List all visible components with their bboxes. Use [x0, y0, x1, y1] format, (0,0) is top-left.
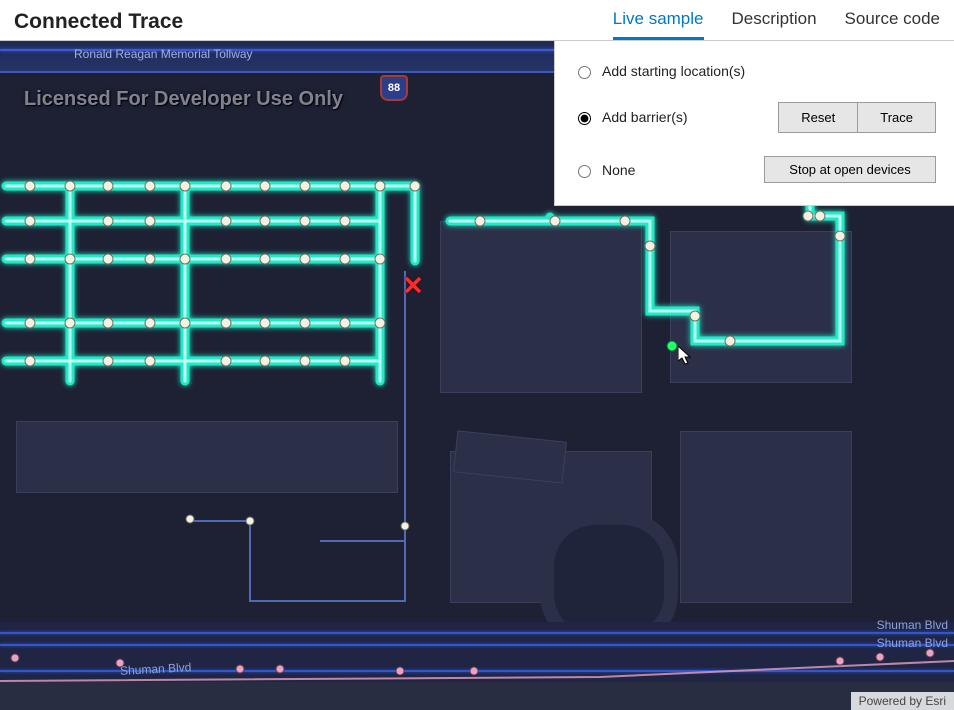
radio-starting-location[interactable]: Add starting location(s) [573, 63, 745, 79]
network-node [116, 659, 125, 668]
reset-button[interactable]: Reset [778, 102, 858, 133]
stop-at-open-button[interactable]: Stop at open devices [764, 156, 936, 183]
radio-none-input[interactable] [578, 165, 591, 178]
tab-source-code[interactable]: Source code [845, 9, 940, 40]
license-watermark: Licensed For Developer Use Only [24, 88, 343, 111]
radio-none[interactable]: None [573, 162, 635, 178]
tab-description[interactable]: Description [732, 9, 817, 40]
road-label-shuman-2: Shuman Blvd [877, 636, 948, 650]
bottom-strip [0, 682, 954, 710]
start-location-marker-icon [667, 341, 678, 352]
radio-starting-input[interactable] [578, 66, 591, 79]
tabs: Live sample Description Source code [613, 0, 940, 40]
network-node [276, 665, 285, 674]
barrier-marker-icon: ✕ [402, 271, 424, 302]
network-node [876, 653, 885, 662]
radio-barrier[interactable]: Add barrier(s) [573, 109, 688, 125]
building-block [16, 421, 398, 493]
network-node [470, 667, 479, 676]
network-node [836, 657, 845, 666]
page-title: Connected Trace [14, 10, 613, 34]
map-attribution: Powered by Esri [851, 692, 954, 710]
header-bar: Connected Trace Live sample Description … [0, 0, 954, 41]
building-block [440, 221, 642, 393]
road-label-shuman-1: Shuman Blvd [877, 618, 948, 632]
road-label-shuman-3: Shuman Blvd [120, 660, 192, 678]
tab-live-sample[interactable]: Live sample [613, 9, 704, 40]
building-block [670, 231, 852, 383]
interstate-shield-icon [380, 75, 408, 101]
radio-barrier-label: Add barrier(s) [602, 109, 688, 125]
network-node [236, 665, 245, 674]
highway-label: Ronald Reagan Memorial Tollway [74, 47, 253, 61]
network-node [926, 649, 935, 658]
radio-barrier-input[interactable] [578, 112, 591, 125]
cursor-icon [678, 346, 694, 366]
network-node [396, 667, 405, 676]
building-block [680, 431, 852, 603]
network-node [11, 654, 20, 663]
map-view[interactable]: Ronald Reagan Memorial Tollway Shuman Bl… [0, 41, 954, 710]
trace-button[interactable]: Trace [857, 102, 936, 133]
control-panel: Add starting location(s) Add barrier(s) … [554, 41, 954, 206]
radio-none-label: None [602, 162, 635, 178]
radio-starting-label: Add starting location(s) [602, 63, 745, 79]
